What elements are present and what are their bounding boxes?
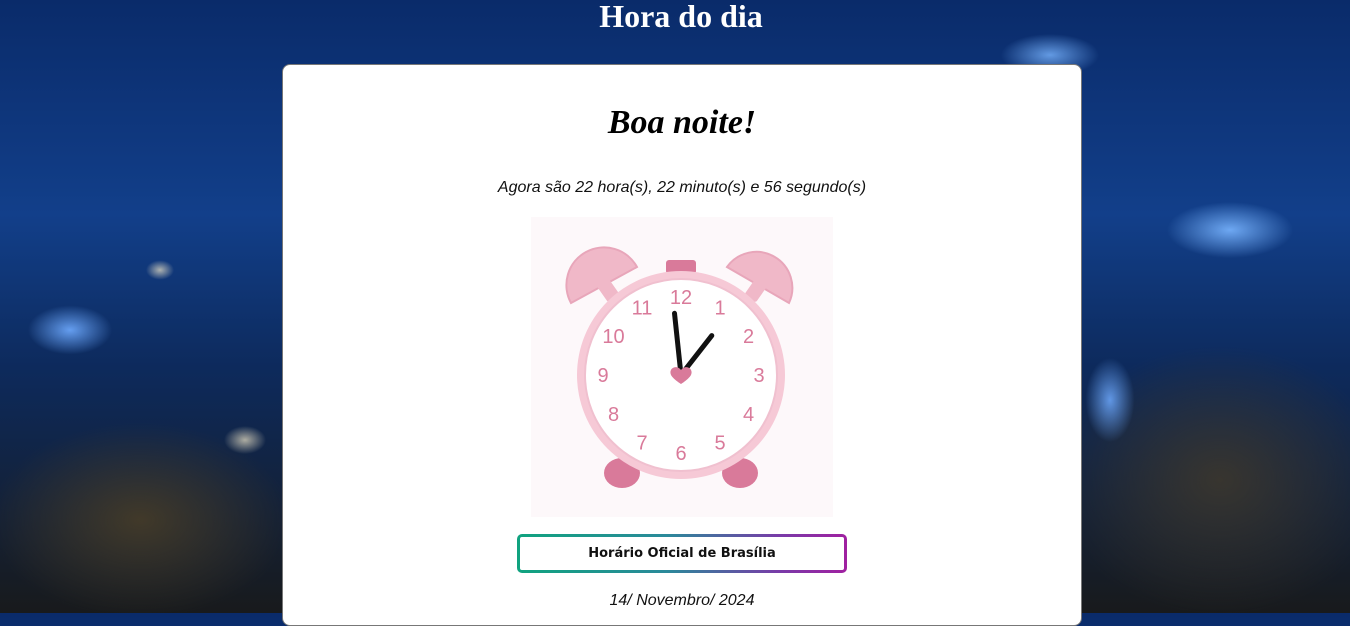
page-title: Hora do dia: [599, 0, 763, 34]
current-date-text: 14/ Novembro/ 2024: [609, 592, 755, 609]
current-time-text: Agora são 22 hora(s), 22 minuto(s) e 56 …: [497, 179, 867, 196]
greeting-heading: Boa noite!: [607, 104, 757, 141]
clock-number-1: 1: [714, 298, 725, 320]
clock-number-2: 2: [743, 326, 754, 348]
clock-number-3: 3: [753, 365, 764, 387]
clock-number-8: 8: [608, 404, 619, 426]
clock-number-6: 6: [675, 443, 686, 465]
clock-number-7: 7: [636, 433, 647, 455]
alarm-clock-image: 12 1 2 3 4 5 6 7 8 9 10 11: [531, 217, 833, 517]
alarm-clock-icon: 12 12 3 45 6 789 10 11: [565, 246, 794, 488]
clock-number-4: 4: [743, 404, 754, 426]
clock-number-9: 9: [597, 365, 608, 387]
clock-number-12: 12: [670, 287, 692, 309]
content-card: Boa noite! Agora são 22 hora(s), 22 minu…: [282, 64, 1082, 626]
clock-number-11: 11: [632, 298, 653, 320]
clock-number-10: 10: [602, 326, 624, 348]
official-brasilia-time-button[interactable]: Horário Oficial de Brasília: [517, 534, 847, 573]
clock-number-5: 5: [714, 433, 725, 455]
